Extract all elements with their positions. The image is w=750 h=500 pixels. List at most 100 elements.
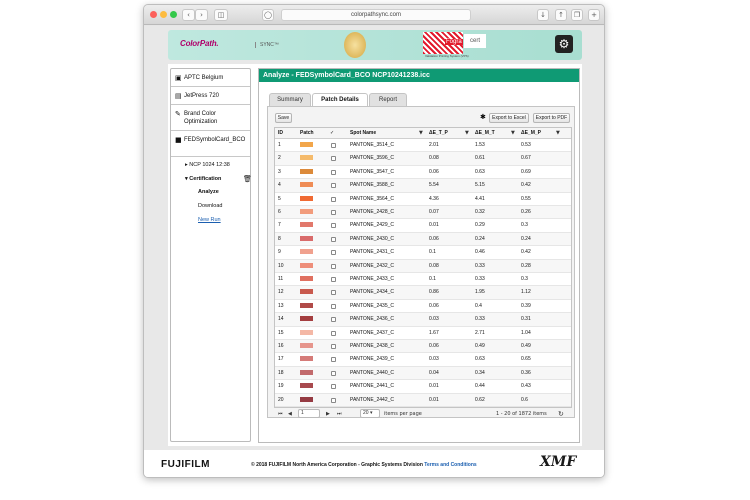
table-row[interactable]: 9 PANTONE_2431_C 0.1 0.46 0.42	[275, 246, 571, 260]
minimize-window-icon[interactable]	[160, 11, 167, 18]
settings-gear-icon[interactable]: ⚙	[555, 35, 573, 53]
col-de-mt[interactable]: ΔE_M_T	[475, 128, 495, 139]
next-page-icon[interactable]: ▶	[326, 409, 330, 419]
cell-id: 19	[278, 383, 284, 390]
col-patch[interactable]: Patch	[300, 128, 314, 139]
download-icon[interactable]: ↓	[537, 9, 549, 21]
tabs-overview-icon[interactable]: ❐	[571, 9, 583, 21]
back-icon[interactable]: ‹	[182, 9, 195, 21]
row-checkbox[interactable]	[331, 317, 336, 323]
first-page-icon[interactable]: ⏮	[278, 409, 283, 419]
table-row[interactable]: 2 PANTONE_3596_C 0.08 0.61 0.67	[275, 152, 571, 166]
patch-swatch	[300, 276, 313, 281]
col-id[interactable]: ID	[278, 128, 283, 139]
filter-icon[interactable]: ▼	[419, 128, 423, 139]
row-checkbox[interactable]	[331, 156, 336, 162]
row-checkbox[interactable]	[331, 384, 336, 390]
prev-page-icon[interactable]: ◀	[288, 409, 292, 419]
cell-de-tp: 2.01	[429, 142, 439, 148]
export-pdf-button[interactable]: Export to PDF	[533, 113, 570, 123]
printer-icon: ▤	[175, 92, 182, 100]
row-checkbox[interactable]	[331, 236, 336, 242]
terms-link[interactable]: Terms and Conditions	[424, 462, 476, 468]
tab-summary[interactable]: Summary	[269, 93, 311, 106]
sidebar-item-jetpress[interactable]: ▤ JetPress 720	[171, 87, 250, 105]
row-checkbox[interactable]	[331, 397, 336, 403]
tab-patch-details[interactable]: Patch Details	[312, 93, 368, 106]
filter-icon[interactable]: ▼	[511, 128, 515, 139]
table-row[interactable]: 14 PANTONE_2436_C 0.03 0.33 0.31	[275, 313, 571, 327]
cell-id: 2	[278, 155, 281, 162]
save-button[interactable]: Save	[275, 113, 292, 123]
sidebar-item-brand-color-optimization[interactable]: ✎ Brand Color Optimization	[171, 105, 250, 131]
privacy-shield-icon[interactable]: ◯	[262, 9, 274, 21]
table-row[interactable]: 1 PANTONE_3514_C 2.01 1.53 0.53	[275, 139, 571, 153]
sidebar-item-certification[interactable]: ▾ Certification	[185, 176, 221, 182]
table-row[interactable]: 17 PANTONE_2439_C 0.03 0.63 0.65	[275, 353, 571, 367]
row-checkbox[interactable]	[331, 210, 336, 215]
per-page-select[interactable]: 20 ▾	[360, 409, 380, 418]
col-de-mp[interactable]: ΔE_M_P	[521, 128, 541, 139]
cell-de-mt: 0.29	[475, 222, 485, 229]
new-tab-icon[interactable]: +	[588, 9, 600, 21]
row-checkbox[interactable]	[331, 223, 336, 229]
table-row[interactable]: 11 PANTONE_2433_C 0.1 0.33 0.3	[275, 273, 571, 287]
table-row[interactable]: 15 PANTONE_2437_C 1.67 2.71 1.04	[275, 327, 571, 340]
sidebar-item-download[interactable]: Download	[198, 203, 222, 209]
fogra-label: Fogra	[445, 39, 463, 45]
share-icon[interactable]: ↑	[555, 9, 567, 21]
forward-icon[interactable]: ›	[195, 9, 208, 21]
table-row[interactable]: 5 PANTONE_3564_C 4.36 4.41 0.55	[275, 193, 571, 206]
cell-de-mt: 4.41	[475, 195, 485, 202]
filter-icon[interactable]: ▼	[465, 128, 469, 139]
sidebar-item-new-run[interactable]: New Run	[198, 217, 221, 223]
table-row[interactable]: 20 PANTONE_2442_C 0.01 0.62 0.6	[275, 393, 571, 407]
table-row[interactable]: 4 PANTONE_3588_C 5.54 5.15 0.42	[275, 179, 571, 193]
refresh-icon[interactable]: ↻	[558, 409, 564, 419]
row-checkbox[interactable]	[331, 344, 336, 349]
row-checkbox[interactable]	[331, 196, 336, 202]
table-row[interactable]: 3 PANTONE_3547_C 0.06 0.63 0.69	[275, 166, 571, 180]
sidebar-item-aptc-belgium[interactable]: ▣ APTC Belgium	[171, 69, 250, 87]
page-number-input[interactable]: 1	[298, 409, 320, 418]
sidebar-toggle-icon[interactable]: ◫	[214, 9, 228, 21]
row-checkbox[interactable]	[331, 303, 336, 309]
table-row[interactable]: 8 PANTONE_2430_C 0.06 0.24 0.24	[275, 232, 571, 247]
sidebar-item-ncp[interactable]: ▸ NCP 1024 12:38	[185, 162, 230, 168]
row-checkbox[interactable]	[331, 250, 336, 256]
table-row[interactable]: 13 PANTONE_2435_C 0.06 0.4 0.39	[275, 300, 571, 314]
row-checkbox[interactable]	[331, 169, 336, 175]
col-de-tp[interactable]: ΔE_T_P	[429, 128, 448, 139]
table-row[interactable]: 18 PANTONE_2440_C 0.04 0.34 0.36	[275, 366, 571, 381]
last-page-icon[interactable]: ⏭	[337, 409, 342, 419]
table-row[interactable]: 6 PANTONE_2428_C 0.07 0.32 0.26	[275, 206, 571, 220]
table-row[interactable]: 12 PANTONE_2434_C 0.86 1.95 1.12	[275, 286, 571, 300]
table-row[interactable]: 16 PANTONE_2438_C 0.06 0.49 0.49	[275, 340, 571, 354]
tab-report[interactable]: Report	[369, 93, 407, 106]
row-checkbox[interactable]	[331, 263, 336, 269]
row-checkbox[interactable]	[331, 290, 336, 296]
row-checkbox[interactable]	[331, 357, 336, 363]
filter-icon[interactable]: ▼	[556, 128, 560, 139]
col-check[interactable]: ✓	[330, 128, 334, 139]
sidebar: ▣ APTC Belgium ▤ JetPress 720 ✎ Brand Co…	[170, 68, 252, 442]
sidebar-item-fedsymbolcard[interactable]: ■ FEDSymbolCard_BCO	[171, 131, 250, 157]
row-checkbox[interactable]	[331, 370, 336, 376]
broom-icon[interactable]: ✱	[480, 112, 486, 122]
row-checkbox[interactable]	[331, 277, 336, 282]
table-row[interactable]: 19 PANTONE_2441_C 0.01 0.44 0.43	[275, 380, 571, 394]
trash-icon[interactable]: 🗑	[243, 175, 252, 183]
row-checkbox[interactable]	[331, 330, 336, 336]
col-spot-name[interactable]: Spot Name	[350, 128, 376, 139]
cell-id: 6	[278, 209, 281, 215]
row-checkbox[interactable]	[331, 183, 336, 189]
sidebar-item-analyze[interactable]: Analyze	[198, 189, 219, 195]
export-excel-button[interactable]: Export to Excel	[489, 113, 529, 123]
cell-spot-name: PANTONE_2431_C	[350, 249, 395, 256]
table-row[interactable]: 10 PANTONE_2432_C 0.08 0.33 0.28	[275, 259, 571, 273]
close-window-icon[interactable]	[150, 11, 157, 18]
zoom-window-icon[interactable]	[170, 11, 177, 18]
table-row[interactable]: 7 PANTONE_2429_C 0.01 0.29 0.3	[275, 219, 571, 233]
row-checkbox[interactable]	[331, 143, 336, 148]
address-bar[interactable]: colorpathsync.com	[281, 9, 471, 21]
